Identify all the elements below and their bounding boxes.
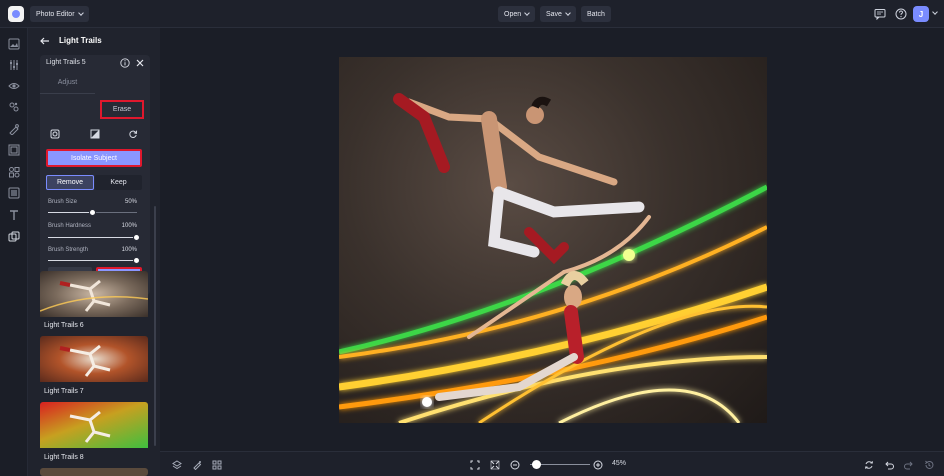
- batch-label: Batch: [587, 10, 605, 18]
- frames-icon[interactable]: [8, 144, 20, 156]
- brush-size-slider[interactable]: [48, 209, 137, 216]
- keep-mode-button[interactable]: Keep: [95, 175, 142, 190]
- preset-thumbnail[interactable]: Light Trails 7: [40, 336, 148, 400]
- brush-size-value: 50%: [124, 199, 137, 205]
- brush-tool-icon[interactable]: [50, 129, 60, 139]
- brush-strength-slider[interactable]: [48, 257, 140, 264]
- zoom-out-icon[interactable]: [510, 460, 520, 470]
- photo-editor-menu[interactable]: Photo Editor: [30, 6, 89, 22]
- tab-adjust[interactable]: Adjust: [40, 72, 95, 94]
- dancer-figure-icon: [40, 279, 148, 312]
- preset-preview: [40, 336, 148, 382]
- invert-mask-icon[interactable]: [90, 129, 100, 139]
- light-trails-photo: [339, 93, 767, 423]
- tool-rail: [0, 28, 28, 476]
- overlay-icon[interactable]: [8, 187, 20, 199]
- photo-editor-label: Photo Editor: [36, 10, 75, 18]
- preset-preview: [40, 402, 148, 448]
- brush-hardness-knob[interactable]: [133, 234, 140, 241]
- eye-icon[interactable]: [8, 80, 20, 92]
- history-icon[interactable]: [924, 460, 934, 470]
- brush-size-fill: [48, 212, 93, 213]
- reset-icon[interactable]: [128, 129, 138, 139]
- save-button[interactable]: Save: [540, 6, 576, 22]
- grid-icon[interactable]: [212, 460, 222, 470]
- layers-icon[interactable]: [172, 460, 182, 470]
- brush-strength-value: 100%: [121, 247, 137, 253]
- preset-thumbnail[interactable]: [40, 468, 148, 476]
- back-arrow-icon[interactable]: [40, 37, 50, 45]
- chevron-down-icon: [77, 10, 84, 16]
- avatar[interactable]: J: [913, 6, 929, 22]
- close-icon[interactable]: [136, 59, 144, 67]
- preset-thumbnail[interactable]: Light Trails 6: [40, 271, 148, 335]
- photo-canvas[interactable]: [339, 57, 767, 423]
- brush-hardness-slider[interactable]: [48, 234, 140, 241]
- top-bar: Photo Editor Open Save Batch J: [0, 0, 944, 28]
- open-button[interactable]: Open: [498, 6, 536, 22]
- brush-hardness-value: 100%: [121, 223, 137, 229]
- app-logo[interactable]: [8, 6, 24, 22]
- brush-hardness-label: Brush Hardness: [48, 223, 92, 229]
- brush-strength-label: Brush Strength: [48, 247, 89, 253]
- brush-icon[interactable]: [192, 460, 202, 470]
- chevron-down-icon: [565, 10, 571, 16]
- preset-thumbnail[interactable]: Light Trails 8: [40, 402, 148, 466]
- brush-strength-fill: [48, 260, 137, 261]
- comment-icon[interactable]: [874, 8, 886, 20]
- effects-panel: Light Trails Light Trails 5 Adjust Erase…: [28, 28, 160, 476]
- sliders-icon[interactable]: [8, 59, 20, 71]
- chevron-down-icon[interactable]: [932, 9, 938, 15]
- text-icon[interactable]: [8, 209, 20, 221]
- preset-preview: [40, 271, 148, 317]
- save-label: Save: [546, 10, 562, 18]
- isolate-subject-button[interactable]: Isolate Subject: [46, 149, 142, 167]
- effect-settings-card: Light Trails 5 Adjust Erase Isolate Subj…: [40, 55, 150, 295]
- remove-mode-button[interactable]: Remove: [46, 175, 94, 190]
- effect-name: Light Trails 5: [46, 59, 86, 66]
- dancer-figure-icon: [59, 344, 111, 377]
- image-icon[interactable]: [8, 38, 20, 50]
- effects-icon[interactable]: [8, 101, 20, 113]
- undo-icon[interactable]: [884, 460, 894, 470]
- preset-label: Light Trails 8: [44, 454, 84, 461]
- zoom-level: 45%: [612, 460, 627, 467]
- chevron-down-icon: [524, 10, 530, 16]
- preset-label: Light Trails 7: [44, 388, 84, 395]
- brush-strength-knob[interactable]: [133, 257, 140, 264]
- dancer-figure-icon: [69, 410, 111, 443]
- info-icon[interactable]: [120, 58, 130, 68]
- layers-icon[interactable]: [8, 231, 20, 243]
- batch-button[interactable]: Batch: [581, 6, 611, 22]
- brush-hardness-fill: [48, 237, 137, 238]
- canvas-area: [160, 28, 944, 451]
- actual-size-icon[interactable]: [490, 460, 500, 470]
- fit-screen-icon[interactable]: [470, 460, 480, 470]
- graphics-icon[interactable]: [8, 166, 20, 178]
- redo-icon[interactable]: [904, 460, 914, 470]
- brush-size-label: Brush Size: [48, 199, 78, 205]
- help-icon[interactable]: [895, 8, 907, 20]
- open-label: Open: [504, 10, 522, 18]
- panel-scrollbar[interactable]: [154, 206, 156, 446]
- tab-erase[interactable]: Erase: [100, 100, 144, 119]
- compare-icon[interactable]: [864, 460, 874, 470]
- brush-size-knob[interactable]: [88, 209, 96, 216]
- panel-title: Light Trails: [59, 36, 102, 45]
- touch-up-icon[interactable]: [8, 123, 20, 135]
- zoom-slider-knob[interactable]: [532, 460, 541, 469]
- panel-header: Light Trails: [28, 28, 160, 54]
- preset-label: Light Trails 6: [44, 322, 84, 329]
- zoom-in-icon[interactable]: [593, 460, 603, 470]
- bottom-toolbar: 45%: [160, 451, 944, 476]
